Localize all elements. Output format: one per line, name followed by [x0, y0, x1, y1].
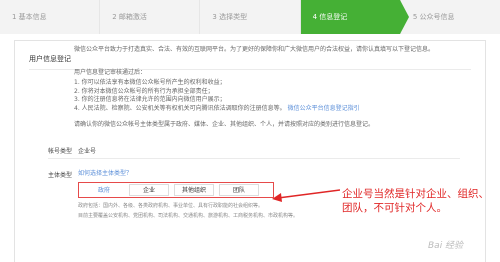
option-government[interactable]: 政府 — [84, 184, 124, 196]
annotation-text: 企业号当然是针对企业、组织、团队，不可针对个人。 — [342, 188, 489, 214]
step-info-registration: 4 信息登记 — [299, 0, 410, 34]
option-other-org[interactable]: 其他组织 — [174, 184, 214, 196]
annotation-arrow-icon — [272, 189, 340, 202]
option-team[interactable]: 团队 — [219, 184, 259, 196]
subject-instruction: 请确认你的微信公众帐号主体类型属于政府、媒体、企业、其他组织、个人，并请按照对应… — [74, 121, 375, 128]
account-type-value: 企业号 — [78, 148, 97, 155]
registration-guide-link[interactable]: 微信公众平台信息登记指引 — [288, 105, 360, 112]
subject-type-label: 主体类型 — [48, 172, 73, 179]
step-email-activation: 2 邮箱激活 — [99, 0, 200, 34]
benefit-list: 1. 你可以依法享有本微信公众帐号所产生的权利和收益； 2. 你将对本微信公众帐… — [74, 79, 360, 113]
section-title: 用户信息登记 — [29, 55, 71, 63]
intro-paragraph: 微信公众平台致力于打造真实、合法、有效的互联网平台。为了更好的保障你和广大微信用… — [74, 46, 435, 53]
step-basic-info: 1 基本信息 — [0, 0, 100, 34]
how-to-choose-link[interactable]: 如何选择主体类型？ — [78, 168, 132, 177]
step-account-info: 5 公众号信息 — [399, 0, 500, 34]
after-review-heading: 用户信息登记审核通过后： — [74, 69, 147, 76]
list-item: 4. 人民法院、检察院、公安机关等有权机关可向腾讯依法调取你的注册信息等。 微信… — [74, 104, 360, 112]
list-item: 1. 你可以依法享有本微信公众帐号所产生的权利和收益； — [74, 79, 226, 86]
row-divider — [48, 158, 460, 159]
list-item: 2. 你将对本微信公众帐号的所有行为承担全部责任； — [74, 87, 214, 95]
account-type-label: 帐号类型 — [48, 148, 73, 155]
step-select-type: 3 选择类型 — [199, 0, 300, 34]
list-item: 3. 你的注册信息将在法律允许的范围内向微信用户展示； — [74, 96, 226, 103]
option-enterprise[interactable]: 企业 — [129, 184, 169, 196]
subject-type-options: 政府 企业 其他组织 团队 — [78, 182, 274, 198]
watermark-logo: Bai 经验 — [428, 241, 464, 251]
step-progress-bar: 1 基本信息 2 邮箱激活 3 选择类型 4 信息登记 5 公众号信息 — [0, 0, 500, 34]
